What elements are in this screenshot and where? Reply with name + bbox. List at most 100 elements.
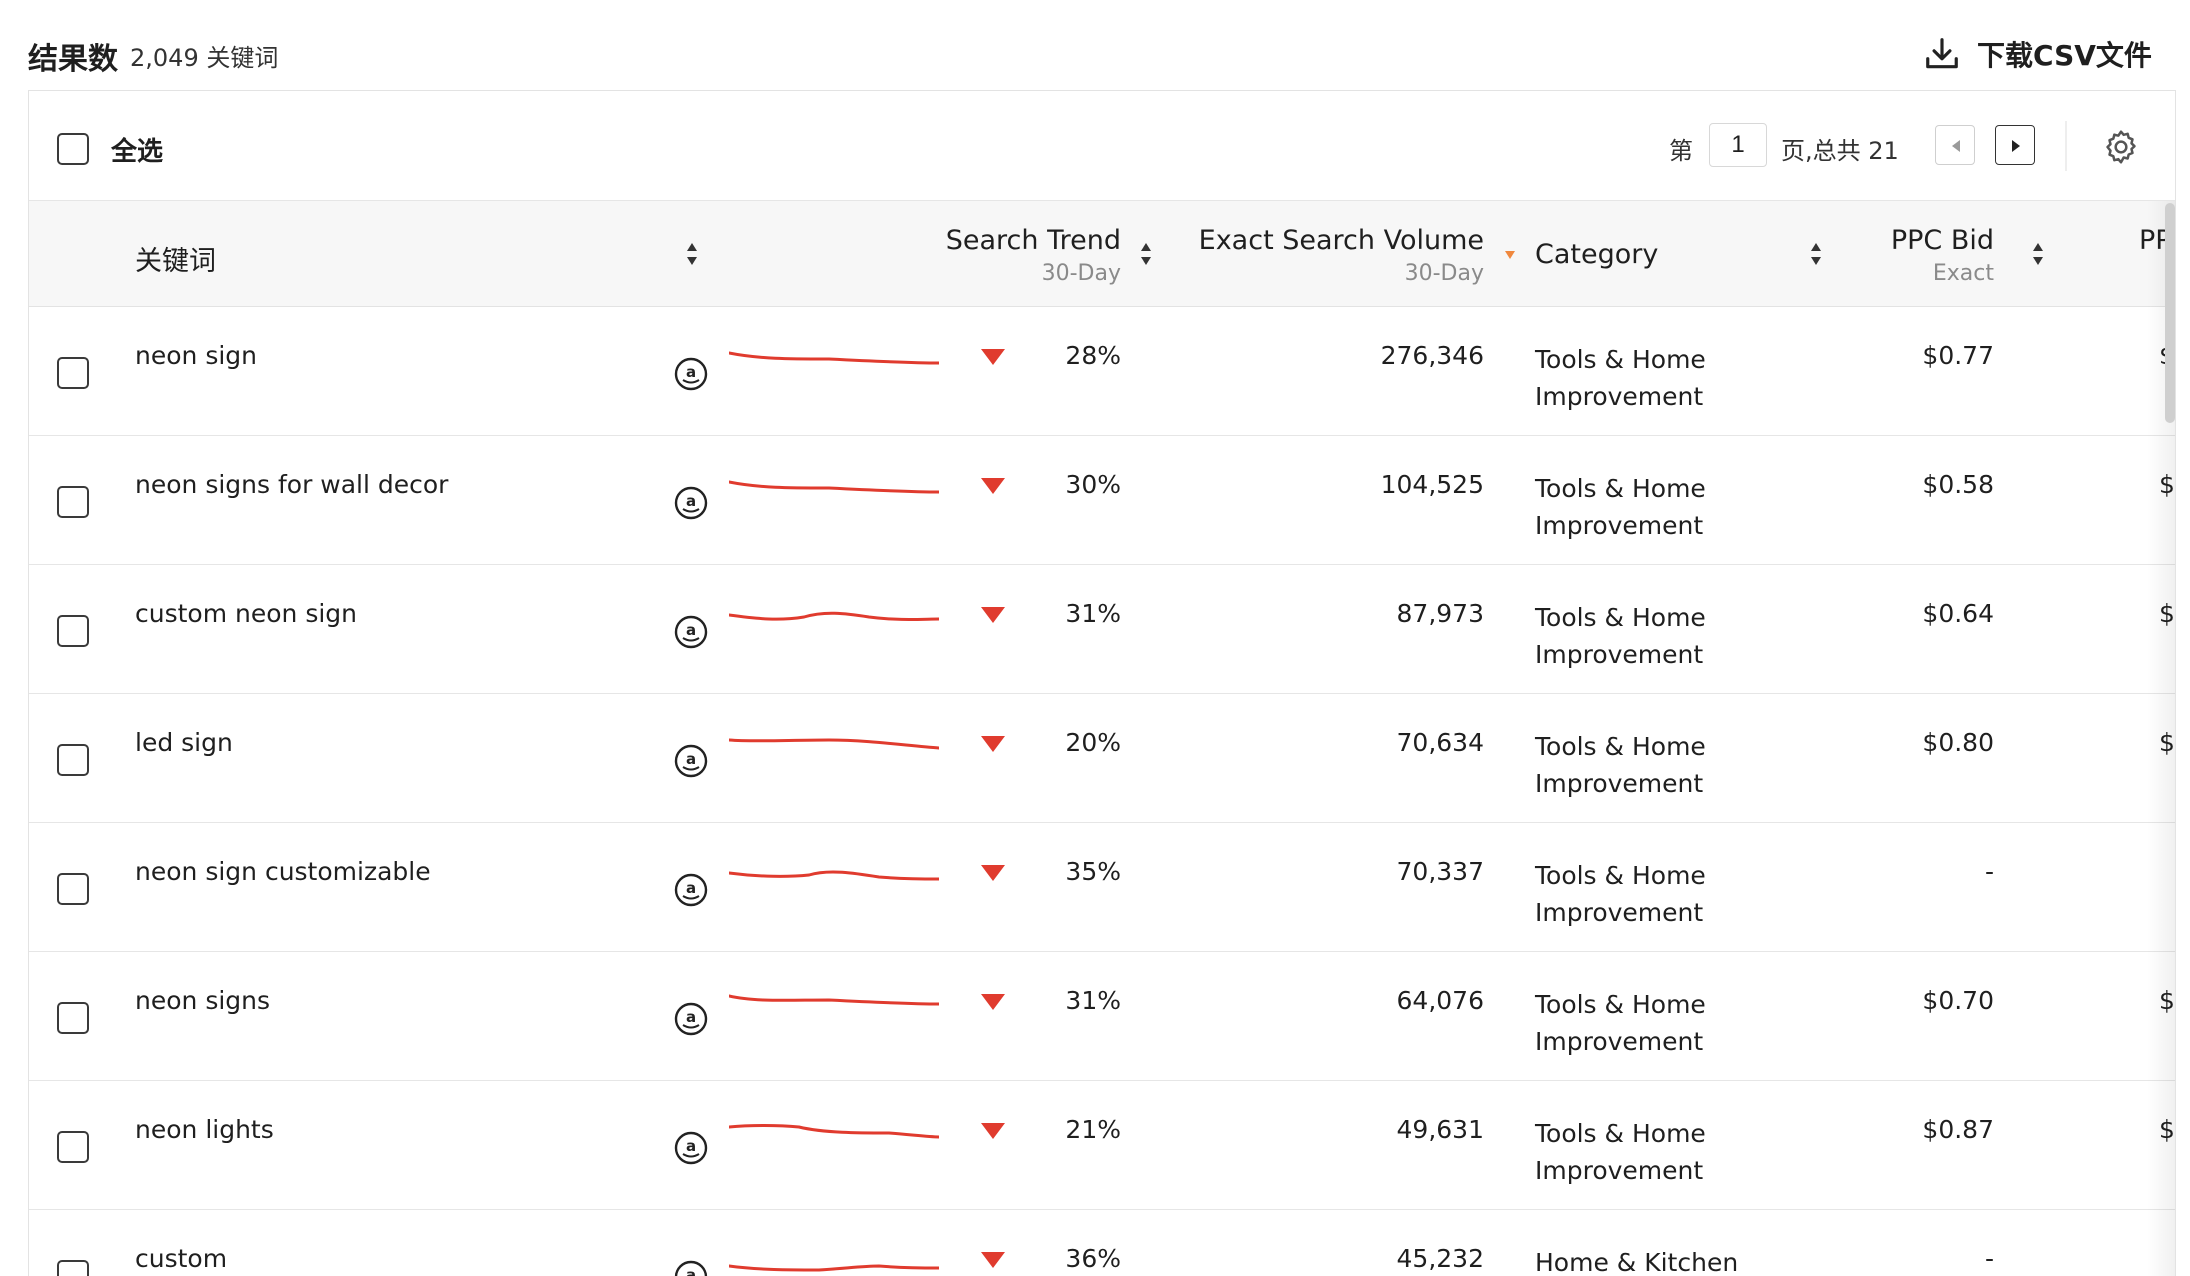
table-row[interactable]: custom neon sign a 31% 87,973 Tools & Ho… <box>29 565 2175 694</box>
ppc-next-cell: $ <box>2159 470 2175 499</box>
exact-search-volume-cell: 276,346 <box>1380 341 1484 370</box>
ppc-next-cell: $ <box>2159 1115 2175 1144</box>
table-row[interactable]: neon sign customizable a 35% 70,337 Tool… <box>29 823 2175 952</box>
trend-percent-cell: 20% <box>1065 728 1121 757</box>
row-checkbox[interactable] <box>57 1131 89 1163</box>
amazon-icon[interactable]: a <box>674 1002 708 1036</box>
keyword-cell[interactable]: custom neon sign <box>135 599 357 628</box>
trend-sparkline <box>729 1264 939 1272</box>
trend-sparkline <box>729 611 939 621</box>
category-cell: Tools & Home Improvement <box>1535 1119 1706 1185</box>
gear-icon[interactable] <box>2101 127 2141 167</box>
keyword-cell[interactable]: neon signs for wall decor <box>135 470 448 499</box>
results-title: 结果数 <box>28 42 118 77</box>
trend-sparkline <box>729 994 939 1006</box>
row-checkbox[interactable] <box>57 1260 89 1276</box>
trend-percent-cell: 36% <box>1065 1244 1121 1273</box>
keyword-cell[interactable]: neon signs <box>135 986 270 1015</box>
category-cell: Tools & Home Improvement <box>1535 732 1706 798</box>
keyword-cell[interactable]: led sign <box>135 728 233 757</box>
table-row[interactable]: custom a 36% 45,232 Home & Kitchen - <box>29 1210 2175 1276</box>
sort-icon[interactable] <box>2031 239 2045 269</box>
column-header-exact-search-volume[interactable]: Exact Search Volume <box>1184 225 1484 256</box>
keyword-cell[interactable]: custom <box>135 1244 227 1273</box>
download-csv-button[interactable]: 下载CSV文件 <box>1923 30 2152 78</box>
amazon-icon[interactable]: a <box>674 357 708 391</box>
table-row[interactable]: led sign a 20% 70,634 Tools & Home Impro… <box>29 694 2175 823</box>
table-row[interactable]: neon signs a 31% 64,076 Tools & Home Imp… <box>29 952 2175 1081</box>
column-header-keyword[interactable]: 关键词 <box>135 239 216 278</box>
next-page-button[interactable] <box>1995 125 2035 165</box>
trend-down-icon <box>981 865 1005 881</box>
trend-down-icon <box>981 349 1005 365</box>
trend-down-icon <box>981 1123 1005 1139</box>
results-header: 结果数 2,049 关键词 下载CSV文件 <box>0 0 2190 90</box>
svg-text:a: a <box>686 1137 696 1155</box>
category-cell: Home & Kitchen <box>1535 1248 1739 1276</box>
ppc-bid-cell: $0.87 <box>1922 1115 1994 1144</box>
amazon-icon[interactable]: a <box>674 1260 708 1276</box>
results-count: 2,049 关键词 <box>130 44 279 72</box>
keyword-cell[interactable]: neon sign customizable <box>135 857 431 886</box>
category-cell: Tools & Home Improvement <box>1535 345 1706 411</box>
trend-percent-cell: 31% <box>1065 599 1121 628</box>
row-checkbox[interactable] <box>57 486 89 518</box>
sort-icon[interactable] <box>1809 239 1823 269</box>
ppc-bid-cell: $0.77 <box>1922 341 1994 370</box>
row-checkbox[interactable] <box>57 873 89 905</box>
sort-icon[interactable] <box>1139 239 1153 269</box>
row-checkbox[interactable] <box>57 1002 89 1034</box>
table-row[interactable]: neon sign a 28% 276,346 Tools & Home Imp… <box>29 307 2175 436</box>
exact-search-volume-cell: 70,634 <box>1396 728 1484 757</box>
column-header-category[interactable]: Category <box>1535 239 1658 270</box>
row-checkbox[interactable] <box>57 744 89 776</box>
keyword-table-card: 全选 第 1 页,总共 21 关键词 Search Trend 30-Day E… <box>28 90 2176 1276</box>
trend-sparkline <box>729 480 939 494</box>
ppc-bid-cell: $0.58 <box>1922 470 1994 499</box>
prev-page-button[interactable] <box>1935 125 1975 165</box>
svg-text:a: a <box>686 363 696 381</box>
amazon-icon[interactable]: a <box>674 486 708 520</box>
keyword-cell[interactable]: neon sign <box>135 341 257 370</box>
trend-down-icon <box>981 607 1005 623</box>
sort-desc-active-icon[interactable] <box>1503 239 1517 269</box>
page-number-input[interactable]: 1 <box>1709 123 1767 167</box>
column-subheader-search-trend: 30-Day <box>1041 261 1121 286</box>
amazon-icon[interactable]: a <box>674 1131 708 1165</box>
select-all-label: 全选 <box>111 137 164 167</box>
column-header-search-trend[interactable]: Search Trend <box>921 225 1121 256</box>
trend-percent-cell: 35% <box>1065 857 1121 886</box>
ppc-bid-cell: - <box>1984 1244 1994 1273</box>
keyword-cell[interactable]: neon lights <box>135 1115 274 1144</box>
trend-percent-cell: 30% <box>1065 470 1121 499</box>
column-header-ppc-bid[interactable]: PPC Bid <box>1844 225 1994 256</box>
select-all-checkbox[interactable] <box>57 133 89 165</box>
svg-text:a: a <box>686 1008 696 1026</box>
pager-total: 页,总共 21 <box>1781 137 1899 165</box>
row-checkbox[interactable] <box>57 615 89 647</box>
category-cell: Tools & Home Improvement <box>1535 990 1706 1056</box>
svg-text:a: a <box>686 1266 696 1276</box>
table-row[interactable]: neon lights a 21% 49,631 Tools & Home Im… <box>29 1081 2175 1210</box>
trend-down-icon <box>981 478 1005 494</box>
sort-icon[interactable] <box>685 239 699 269</box>
trend-down-icon <box>981 994 1005 1010</box>
toolbar-divider <box>2065 121 2067 171</box>
vertical-scrollbar[interactable] <box>2165 203 2175 423</box>
exact-search-volume-cell: 104,525 <box>1380 470 1484 499</box>
trend-percent-cell: 31% <box>1065 986 1121 1015</box>
amazon-icon[interactable]: a <box>674 615 708 649</box>
ppc-next-cell: $ <box>2159 986 2175 1015</box>
svg-text:a: a <box>686 621 696 639</box>
amazon-icon[interactable]: a <box>674 744 708 778</box>
row-checkbox[interactable] <box>57 357 89 389</box>
ppc-next-cell: $ <box>2159 728 2175 757</box>
caret-left-icon <box>1952 140 1960 152</box>
trend-down-icon <box>981 736 1005 752</box>
table-row[interactable]: neon signs for wall decor a 30% 104,525 … <box>29 436 2175 565</box>
trend-percent-cell: 28% <box>1065 341 1121 370</box>
exact-search-volume-cell: 87,973 <box>1396 599 1484 628</box>
svg-text:a: a <box>686 750 696 768</box>
amazon-icon[interactable]: a <box>674 873 708 907</box>
download-icon <box>1926 38 1958 69</box>
